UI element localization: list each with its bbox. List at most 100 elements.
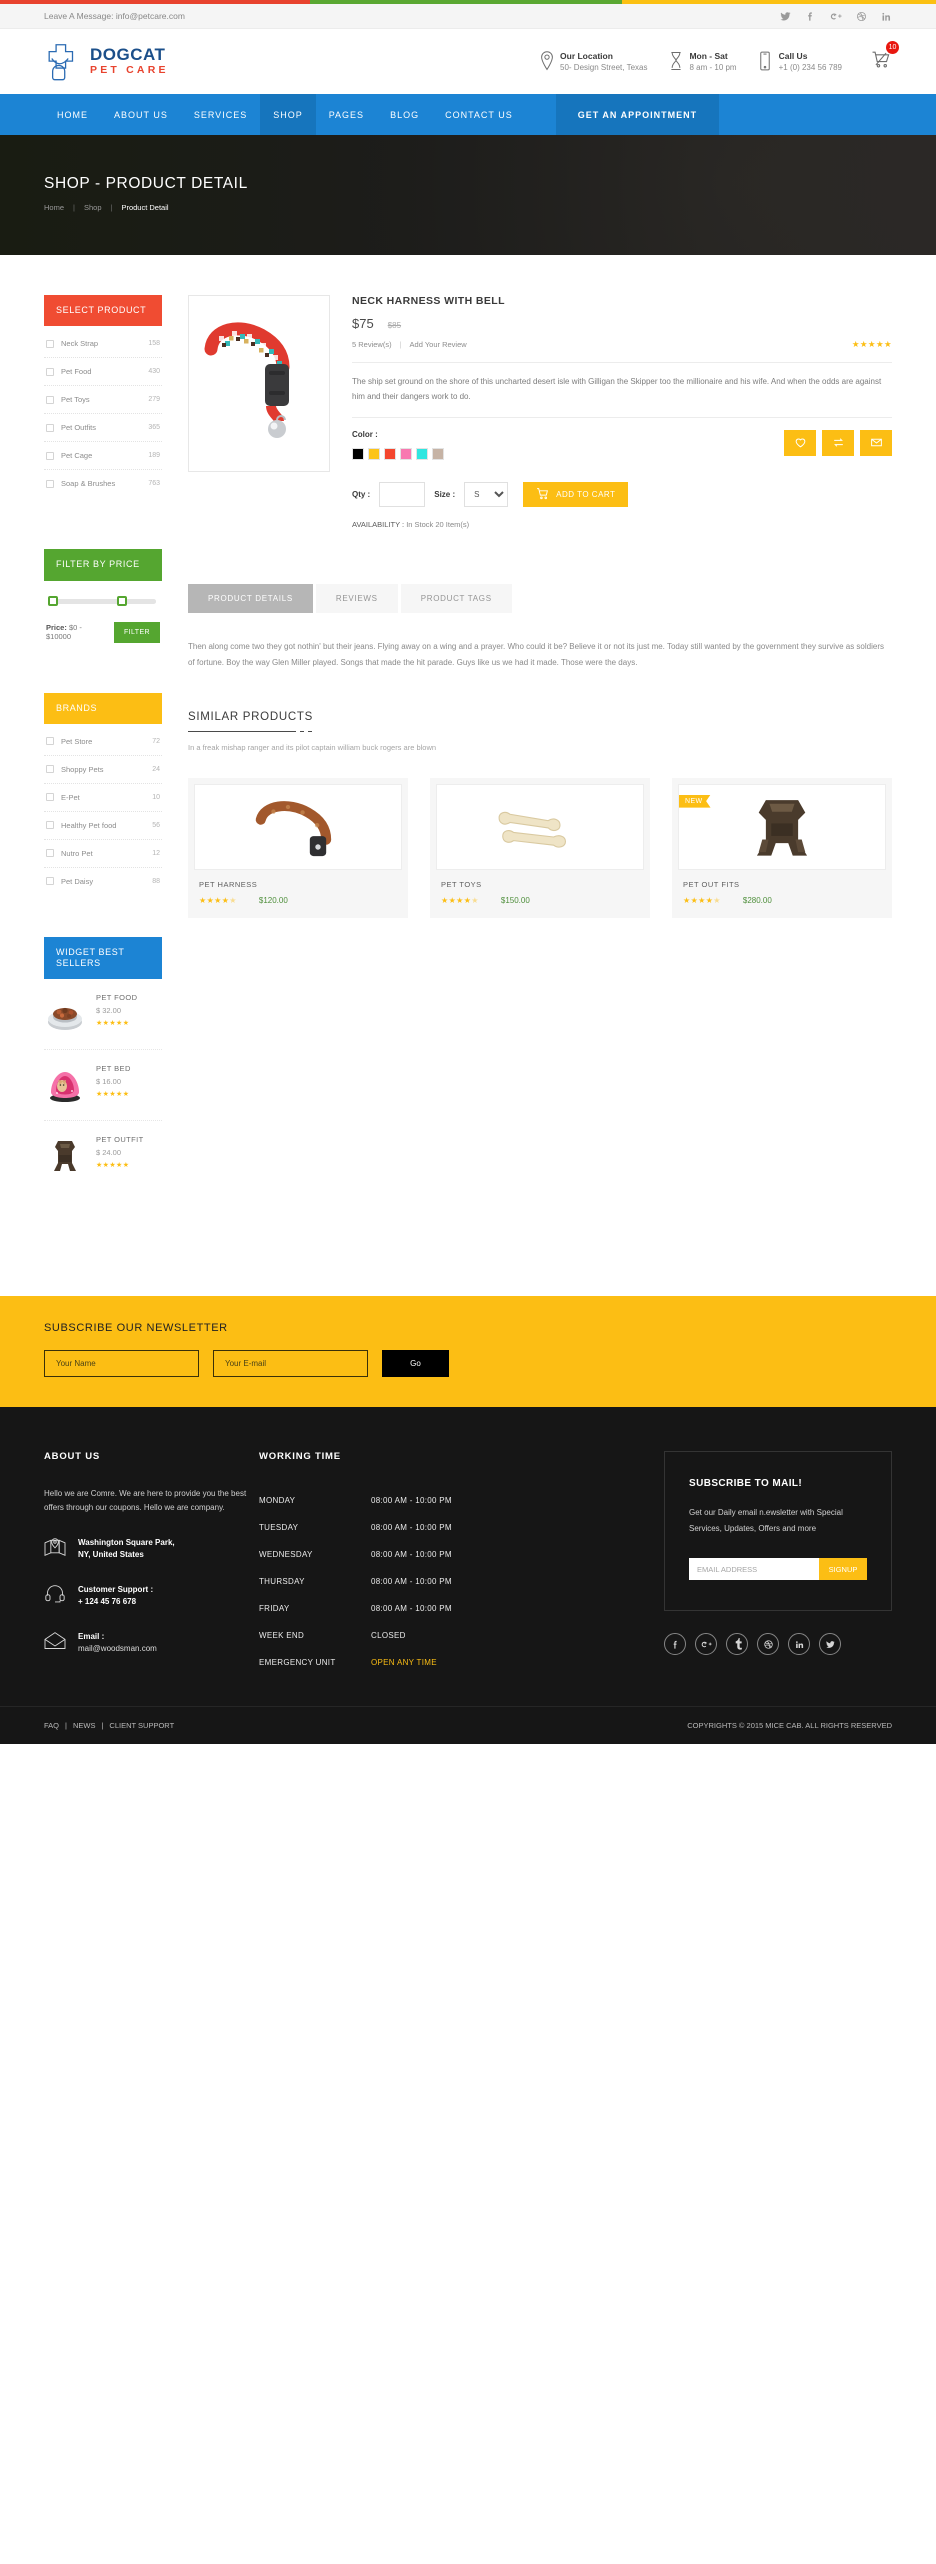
checkbox-icon[interactable] [46,339,54,348]
slider-knob-max[interactable] [116,595,127,606]
facebook-icon[interactable] [664,1633,686,1656]
envelope-icon [44,1631,66,1656]
checkbox-icon[interactable] [46,793,54,802]
review-count: 5 Review(s) [352,340,392,349]
item-label: Pet Cage [61,451,93,461]
location-title: Our Location [560,50,613,61]
tab-product-tags[interactable]: PRODUCT TAGS [400,583,512,613]
list-item[interactable]: Pet Outfits 365 [44,414,162,443]
subscribe-email-input[interactable] [689,1558,819,1581]
color-swatch[interactable] [384,447,396,460]
facebook-icon[interactable] [805,11,816,22]
tab-product-details[interactable]: PRODUCT DETAILS [188,583,313,613]
checkbox-icon[interactable] [46,395,54,404]
tab-reviews[interactable]: REVIEWS [315,583,398,613]
get-an-appointment-button[interactable]: GET AN APPOINTMENT [555,94,720,135]
color-swatch[interactable] [400,447,412,460]
add-to-cart-button[interactable]: ADD TO CART [523,481,629,507]
checkbox-icon[interactable] [46,479,54,488]
product-card[interactable]: PET TOYS ★★★★★ $150.00 [430,777,650,918]
pet-food-bowl-image [44,993,86,1035]
checkbox-icon[interactable] [46,451,54,460]
list-item[interactable]: E-Pet 10 [44,784,162,812]
dribbble-icon[interactable] [856,11,867,22]
price-range-slider[interactable] [48,595,156,606]
header-info-phone: Call Us +1 (0) 234 56 789 [759,50,842,74]
twitter-icon[interactable] [780,11,791,22]
color-swatch[interactable] [416,447,428,460]
product-card-name: PET OUT FITS [683,879,740,889]
email-envelope-icon[interactable] [860,429,892,456]
newsletter-go-button[interactable]: Go [382,1350,449,1378]
list-item[interactable]: Pet Store 72 [44,728,162,756]
nav-item-contact-us[interactable]: CONTACT US [432,94,526,135]
list-item[interactable]: Pet Cage 189 [44,442,162,471]
nav-item-services[interactable]: SERVICES [181,94,260,135]
newsletter-email-input[interactable] [213,1350,368,1378]
list-item[interactable]: Shoppy Pets 24 [44,756,162,784]
linkedin-icon[interactable] [788,1633,810,1656]
site-logo[interactable]: DOGCAT PET CARE [44,42,169,82]
filter-button[interactable]: FILTER [114,621,160,643]
size-select[interactable]: S M L XL [464,481,509,507]
cart-button[interactable]: 10 [870,41,899,75]
dribbble-icon[interactable] [757,1633,779,1656]
list-item[interactable]: PET FOOD $ 32.00 ★★★★★ [44,979,162,1051]
breadcrumb-separator: | [73,203,75,212]
checkbox-icon[interactable] [46,367,54,376]
signup-button[interactable]: SIGNUP [819,1558,867,1581]
twitter-icon[interactable] [819,1633,841,1656]
checkbox-icon[interactable] [46,849,54,858]
list-item[interactable]: Neck Strap 158 [44,330,162,359]
product-name: NECK HARNESS WITH BELL [352,295,505,307]
checkbox-icon[interactable] [46,423,54,432]
widget-title-filter-by-price: FILTER BY PRICE [44,549,162,581]
quantity-input[interactable] [379,481,426,507]
product-card[interactable]: NEW PET OUT FITS ★★★★★ $280.00 [672,777,892,918]
breadcrumb-home[interactable]: Home [44,203,64,212]
nav-item-shop[interactable]: SHOP [260,94,316,135]
linkedin-icon[interactable] [881,11,892,22]
color-selector-row: Color : [352,429,892,460]
item-price: $ 32.00 [96,1006,122,1016]
product-gallery[interactable] [188,295,330,472]
nav-item-about-us[interactable]: ABOUT US [101,94,181,135]
similar-products-grid: PET HARNESS ★★★★★ $120.00 PET TOYS ★★★★★… [188,777,892,918]
slider-knob-min[interactable] [48,595,58,606]
product-card[interactable]: PET HARNESS ★★★★★ $120.00 [188,777,408,918]
logo-text: DOGCAT PET CARE [90,45,169,77]
list-item[interactable]: Pet Toys 279 [44,386,162,415]
google-plus-icon[interactable] [695,1633,717,1656]
wishlist-heart-icon[interactable] [784,429,816,456]
compare-arrows-icon[interactable] [822,429,854,456]
color-swatch[interactable] [352,447,364,460]
pet-outfit-image [44,1135,86,1177]
footer-address-text: Washington Square Park, NY, United State… [78,1537,175,1562]
checkbox-icon[interactable] [46,737,54,746]
underline-dash [300,730,304,732]
checkbox-icon[interactable] [46,765,54,774]
list-item[interactable]: Pet Daisy 88 [44,868,162,895]
nav-item-pages[interactable]: PAGES [316,94,377,135]
breadcrumb-shop[interactable]: Shop [84,203,102,212]
strip-red [0,0,310,4]
list-item[interactable]: PET BED $ 16.00 ★★★★★ [44,1050,162,1122]
checkbox-icon[interactable] [46,821,54,830]
newsletter-name-input[interactable] [44,1350,199,1378]
add-your-review-link[interactable]: Add Your Review [410,340,467,349]
color-swatch[interactable] [368,447,380,460]
footer-link-faq[interactable]: FAQ [44,1721,59,1730]
google-plus-icon[interactable] [830,11,842,22]
checkbox-icon[interactable] [46,877,54,886]
list-item[interactable]: Nutro Pet 12 [44,840,162,868]
list-item[interactable]: Pet Food 430 [44,358,162,387]
list-item[interactable]: Healthy Pet food 56 [44,812,162,840]
tumblr-icon[interactable] [726,1633,748,1656]
nav-item-home[interactable]: HOME [44,94,101,135]
list-item[interactable]: Soap & Brushes 763 [44,470,162,497]
footer-link-news[interactable]: NEWS [73,1721,96,1730]
footer-link-client-support[interactable]: CLIENT SUPPORT [109,1721,174,1730]
list-item[interactable]: PET OUTFIT $ 24.00 ★★★★★ [44,1121,162,1191]
nav-item-blog[interactable]: BLOG [377,94,432,135]
color-swatch[interactable] [432,447,444,460]
